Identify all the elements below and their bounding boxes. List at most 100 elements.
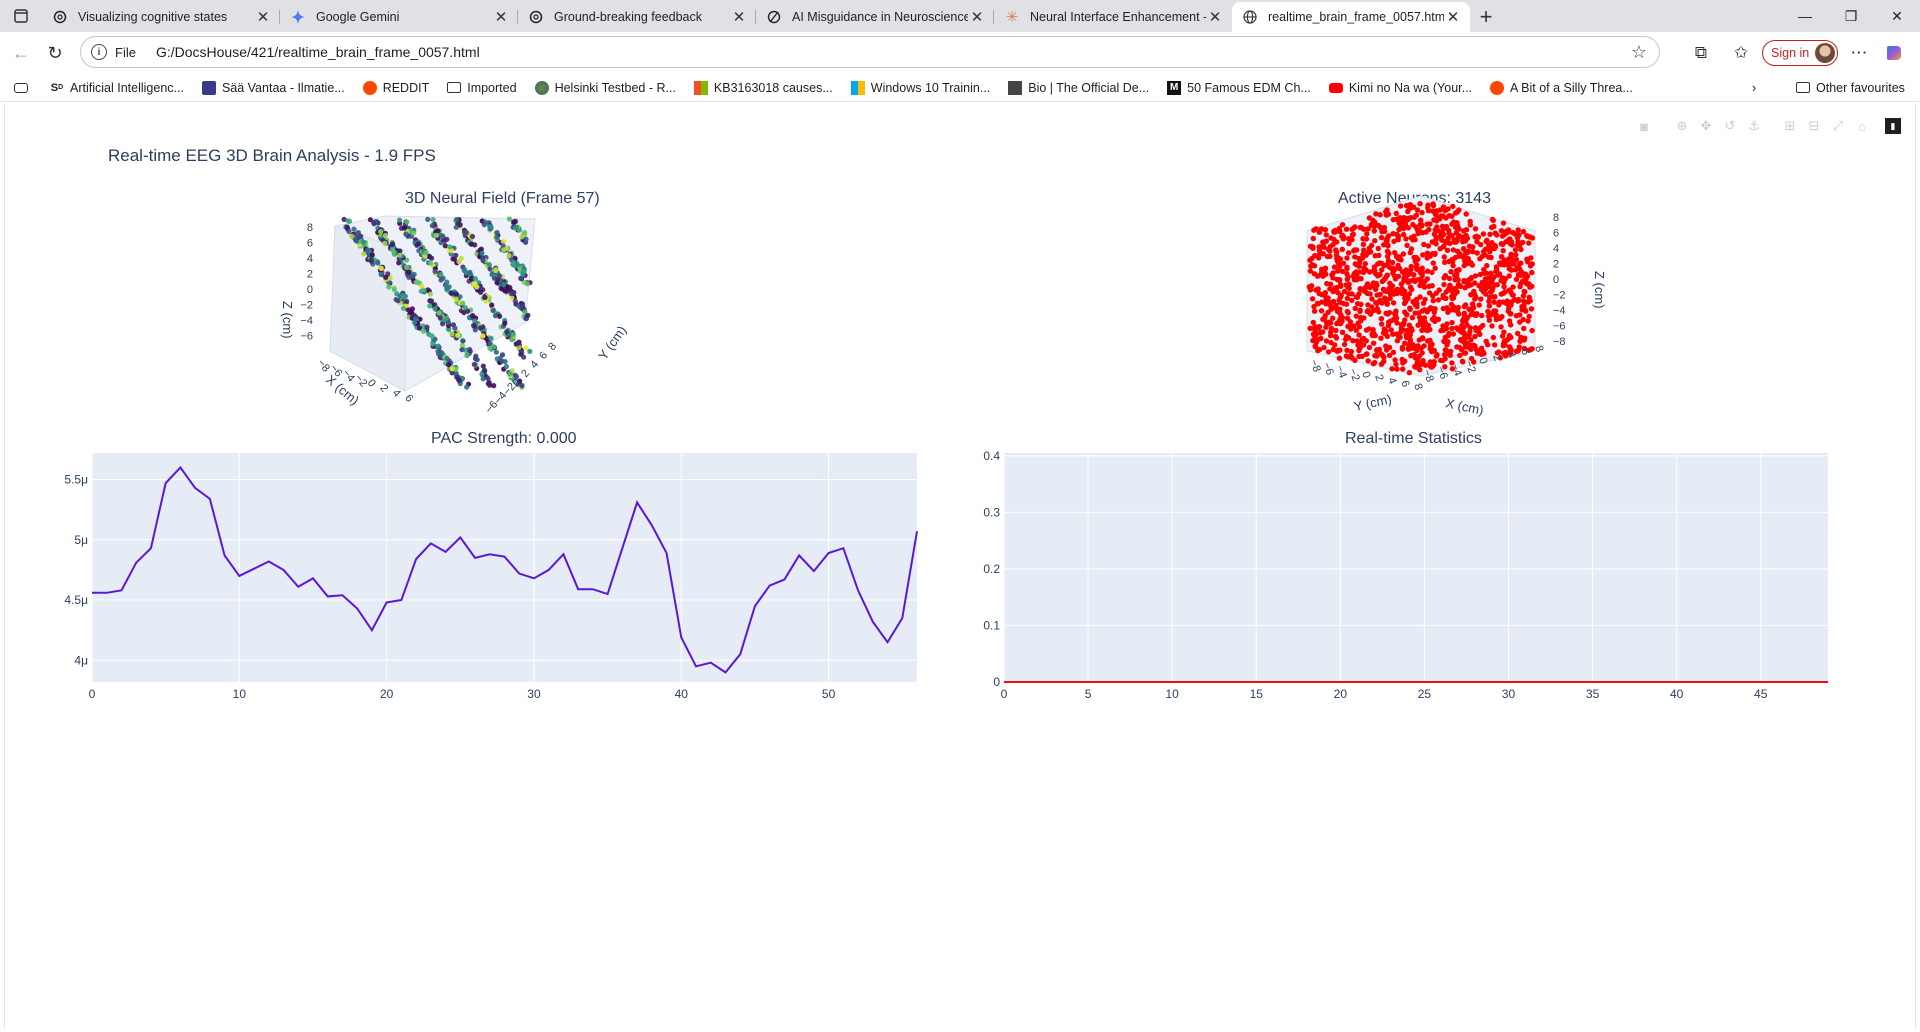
new-tab-button[interactable]: + [1470, 2, 1502, 32]
bookmark-item[interactable]: KB3163018 causes... [693, 80, 833, 95]
browser-tab[interactable]: Ground-breaking feedback ✕ [518, 2, 756, 32]
neuron-point [1499, 333, 1506, 339]
neuron-point [427, 303, 433, 309]
neuron-point [1372, 219, 1378, 225]
neuron-point [1378, 335, 1384, 341]
plotly-logo-icon[interactable]: ▮ [1885, 118, 1901, 134]
plot-page: ◙ ⊕ ✥ ↺ ⚓ ⊞ ⊟ ⤢ ⌂ ▮ Real-time EEG 3D Bra… [4, 103, 1916, 1029]
browser-tab[interactable]: ✳ Neural Interface Enhancement - C ✕ [994, 2, 1232, 32]
neuron-point [1411, 351, 1417, 358]
close-icon[interactable]: ✕ [492, 8, 510, 26]
zoom-icon[interactable]: ⊕ [1673, 117, 1691, 135]
neuron-point [1441, 281, 1447, 288]
chevron-right-icon[interactable]: › [1752, 81, 1756, 95]
neuron-point [1407, 284, 1414, 290]
neuron-point [1529, 269, 1535, 276]
neuron-point [1512, 247, 1519, 253]
neuron-point [1493, 264, 1500, 270]
bookmark-item[interactable]: Helsinki Testbed - R... [534, 80, 676, 95]
info-icon[interactable]: i [91, 44, 107, 60]
autoscale-icon[interactable]: ⤢ [1829, 117, 1847, 135]
neuron-point [1320, 239, 1326, 245]
other-favourites[interactable]: Other favourites [1796, 81, 1905, 95]
neuron-point [378, 229, 384, 235]
neuron-point [1378, 316, 1385, 322]
neuron-point [414, 242, 420, 248]
neuron-point [365, 247, 371, 253]
neuron-point [1429, 341, 1435, 347]
copilot-icon[interactable] [1880, 36, 1910, 70]
close-icon[interactable]: ✕ [254, 8, 272, 26]
avatar [1815, 43, 1836, 63]
neuron-point [1384, 301, 1390, 307]
back-icon[interactable]: ← [4, 36, 38, 70]
pac-strength-chart[interactable]: 0 10 20 30 40 50 4μ 4.5μ 5μ 5.5μ [5, 443, 918, 743]
neuron-point [1394, 338, 1401, 344]
bookmark-item[interactable]: Bio | The Official De... [1008, 80, 1149, 95]
neuron-point [1509, 292, 1516, 298]
bookmark-item[interactable]: Kimi no Na wa (Your... [1328, 81, 1472, 95]
pan-icon[interactable]: ✥ [1697, 117, 1715, 135]
neuron-point [413, 279, 419, 285]
favorites-icon[interactable]: ✩ [1726, 36, 1756, 70]
favorite-star-icon[interactable]: ☆ [1631, 42, 1647, 63]
realtime-statistics-chart[interactable]: 0 5 10 15 20 25 30 35 40 45 0 0.1 0.2 0.3 0.4 [955, 443, 1915, 743]
reset-axes-icon[interactable]: ⌂ [1853, 117, 1871, 135]
close-icon[interactable]: ✕ [1206, 8, 1224, 26]
address-bar[interactable]: i File G:/DocsHouse/421/realtime_brain_f… [80, 36, 1660, 68]
browser-tab[interactable]: Visualizing cognitive states ✕ [42, 2, 280, 32]
close-icon[interactable]: ✕ [968, 8, 986, 26]
claude-icon: ✳ [1005, 9, 1019, 26]
restore-icon[interactable]: ❐ [1828, 0, 1874, 32]
neuron-point [1345, 310, 1351, 316]
neuron-point [1307, 268, 1314, 274]
zoom-in-icon[interactable]: ⊞ [1781, 117, 1799, 135]
neuron-point [1324, 253, 1331, 260]
neuron-point [487, 341, 493, 347]
close-icon[interactable]: ✕ [730, 8, 748, 26]
bookmark-item[interactable]: REDDIT [362, 80, 429, 95]
browser-tab[interactable]: Google Gemini ✕ [280, 2, 518, 32]
sd-icon: SD [50, 81, 64, 94]
browser-tab[interactable]: AI Misguidance in Neuroscience E ✕ [756, 2, 994, 32]
neuron-point [523, 236, 529, 242]
bookmark-label: KB3163018 causes... [713, 80, 833, 95]
bookmark-item[interactable]: Sää Vantaa - Ilmatie... [201, 80, 345, 95]
neural-field-3d-scene[interactable]: 86420−2−4−6−8−6−4−20 2 4 686420−2−4−6Z (cm)… [280, 211, 665, 451]
neuron-point [472, 276, 478, 282]
close-icon[interactable]: ✕ [1444, 8, 1462, 26]
zoom-out-icon[interactable]: ⊟ [1805, 117, 1823, 135]
neuron-point [1489, 323, 1495, 329]
close-window-icon[interactable]: ✕ [1874, 0, 1920, 32]
orbit-rotation-icon[interactable]: ↺ [1721, 117, 1739, 135]
neuron-point [1429, 251, 1436, 257]
neuron-point [1480, 349, 1486, 355]
turntable-icon[interactable]: ⚓ [1745, 117, 1763, 135]
neuron-point [1448, 301, 1455, 308]
bookmark-item[interactable]: Imported [447, 81, 517, 95]
bookmark-item[interactable]: S D Artificial Intelligenc... [50, 81, 184, 95]
neuron-point [1414, 207, 1421, 213]
y-tick-label: 0.3 [983, 505, 1000, 519]
neuron-point [1452, 272, 1458, 279]
bookmark-item[interactable]: Windows 10 Trainin... [850, 80, 990, 95]
url-text[interactable]: G:/DocsHouse/421/realtime_brain_frame_00… [156, 44, 480, 60]
reload-icon[interactable]: ↻ [38, 36, 72, 70]
tab-actions-button[interactable] [0, 0, 42, 32]
sign-in-button[interactable]: Sign in [1762, 40, 1839, 66]
neuron-point [1328, 325, 1335, 332]
reading-list-icon[interactable] [14, 82, 34, 93]
browser-tab-active[interactable]: realtime_brain_frame_0057.html ✕ [1232, 2, 1470, 32]
minimize-icon[interactable]: — [1782, 0, 1828, 32]
bookmark-item[interactable]: A Bit of a Silly Threa... [1490, 80, 1633, 95]
neuron-point [467, 348, 473, 354]
bookmark-item[interactable]: M 50 Famous EDM Ch... [1167, 80, 1311, 95]
y-tick-label: 0.1 [983, 618, 1000, 632]
neuron-point [378, 265, 384, 271]
active-neurons-3d-scene[interactable]: 86420−2−4−6−8−8−6−4−20 2 4 6 8−8−6−4−20 2 4 6 8Z… [1295, 195, 1615, 451]
neuron-point [1394, 254, 1400, 260]
camera-icon[interactable]: ◙ [1635, 117, 1653, 135]
more-menu-icon[interactable]: ⋯ [1844, 36, 1874, 70]
extensions-icon[interactable]: ⧉ [1686, 36, 1716, 70]
neuron-point [1463, 211, 1469, 217]
